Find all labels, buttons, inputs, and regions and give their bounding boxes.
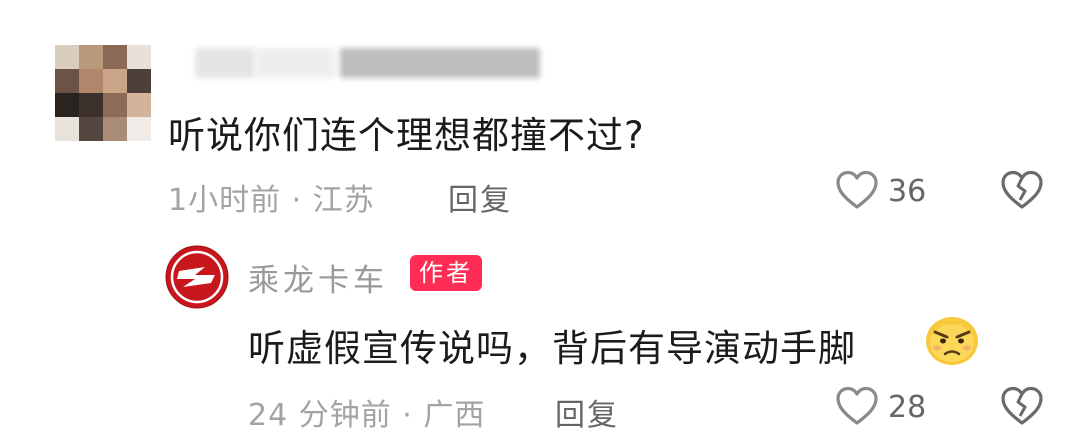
comment-time-location: 1小时前 · 江苏 bbox=[168, 183, 375, 218]
broken-heart-icon[interactable] bbox=[1000, 170, 1044, 210]
broken-heart-icon[interactable] bbox=[1000, 386, 1044, 426]
reply-button[interactable]: 回复 bbox=[448, 175, 512, 219]
like-count: 36 bbox=[888, 174, 927, 209]
chenglong-logo-avatar[interactable] bbox=[165, 245, 229, 309]
avatar-pixelated[interactable] bbox=[55, 45, 151, 141]
reply-text: 听虚假宣传说吗，背后有导演动手脚 bbox=[248, 327, 856, 370]
comment-text: 听说你们连个理想都撞不过? bbox=[168, 114, 645, 157]
heart-icon[interactable] bbox=[835, 386, 879, 426]
heart-icon[interactable] bbox=[835, 170, 879, 210]
username-blurred[interactable] bbox=[195, 48, 540, 80]
reply-time-location: 24 分钟前 · 广西 bbox=[248, 398, 486, 433]
like-count: 28 bbox=[888, 390, 927, 425]
author-name[interactable]: 乘龙卡车 bbox=[248, 255, 388, 300]
angry-face-emoji bbox=[925, 316, 979, 366]
reply-button[interactable]: 回复 bbox=[555, 390, 619, 434]
author-badge: 作者 bbox=[410, 255, 482, 291]
